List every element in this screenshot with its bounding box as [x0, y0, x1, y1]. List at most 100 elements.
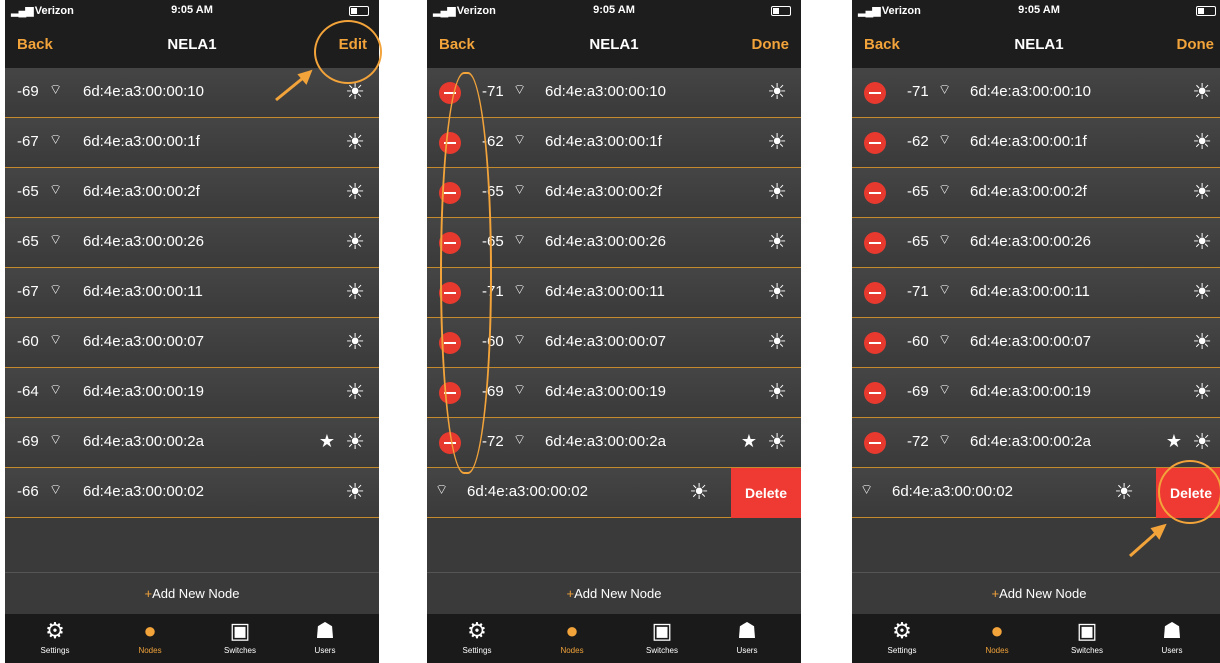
done-button[interactable]: Done [752, 36, 790, 53]
mac-address: 6d:4e:a3:00:00:1f [970, 133, 1087, 150]
table-row[interactable]: -65 ⌔ 6d:4e:a3:00:00:26 ☀ [5, 218, 379, 268]
light-icon[interactable]: ☀ [345, 429, 365, 455]
table-row[interactable]: -64 ⌔ 6d:4e:a3:00:00:19 ☀ [5, 368, 379, 418]
light-icon[interactable]: ☀ [345, 279, 365, 305]
table-row[interactable]: -72 ⌔ 6d:4e:a3:00:00:2a ★ ☀ [852, 418, 1220, 468]
light-icon[interactable]: ☀ [767, 379, 787, 405]
add-node-button[interactable]: +Add New Node [852, 572, 1220, 615]
table-row[interactable]: -69 ⌔ 6d:4e:a3:00:00:2a ★ ☀ [5, 418, 379, 468]
light-icon[interactable]: ☀ [345, 129, 365, 155]
light-icon[interactable]: ☀ [1192, 129, 1212, 155]
light-icon[interactable]: ☀ [345, 479, 365, 505]
tab-bar: ⚙ Settings ● Nodes ▣ Switches ☗ Users [427, 614, 801, 663]
light-icon[interactable]: ☀ [1192, 379, 1212, 405]
tab-label: Users [736, 646, 758, 655]
table-row[interactable]: -69 ⌔ 6d:4e:a3:00:00:10 ☀ [5, 68, 379, 118]
nav-bar: Back NELA1 Done [427, 22, 801, 68]
star-icon[interactable]: ★ [319, 431, 335, 452]
mac-address: 6d:4e:a3:00:00:07 [545, 333, 666, 350]
done-button[interactable]: Done [1177, 36, 1215, 53]
page-title: NELA1 [1014, 36, 1064, 53]
table-row[interactable]: -71 ⌔ 6d:4e:a3:00:00:11 ☀ [852, 268, 1220, 318]
wifi-icon: ⌔ [49, 431, 63, 447]
delete-toggle-icon[interactable] [864, 232, 886, 254]
tab-users[interactable]: ☗ Users [712, 616, 782, 655]
table-row[interactable]: -65 ⌔ 6d:4e:a3:00:00:2f ☀ [852, 168, 1220, 218]
tab-label: Settings [462, 646, 492, 655]
add-node-button[interactable]: +Add New Node [427, 572, 801, 615]
table-row[interactable]: -62 ⌔ 6d:4e:a3:00:00:1f ☀ [852, 118, 1220, 168]
tab-nodes[interactable]: ● Nodes [537, 616, 607, 655]
light-icon[interactable]: ☀ [767, 179, 787, 205]
mac-address: 6d:4e:a3:00:00:19 [83, 383, 204, 400]
light-icon[interactable]: ☀ [1192, 329, 1212, 355]
light-icon[interactable]: ☀ [1192, 429, 1212, 455]
light-icon[interactable]: ☀ [767, 329, 787, 355]
light-icon[interactable]: ☀ [767, 279, 787, 305]
delete-toggle-icon[interactable] [864, 382, 886, 404]
table-row[interactable]: -65 ⌔ 6d:4e:a3:00:00:2f ☀ [5, 168, 379, 218]
light-icon[interactable]: ☀ [1114, 479, 1134, 505]
light-icon[interactable]: ☀ [1192, 279, 1212, 305]
tab-nodes[interactable]: ● Nodes [115, 616, 185, 655]
delete-toggle-icon[interactable] [864, 332, 886, 354]
light-icon[interactable]: ☀ [689, 479, 709, 505]
light-icon[interactable]: ☀ [767, 429, 787, 455]
battery-icon [1196, 6, 1216, 16]
table-row[interactable]: -60 ⌔ 6d:4e:a3:00:00:07 ☀ [852, 318, 1220, 368]
star-icon[interactable]: ★ [741, 431, 757, 452]
table-row[interactable]: -65 ⌔ 6d:4e:a3:00:00:26 ☀ [852, 218, 1220, 268]
wifi-icon: ⌔ [49, 331, 63, 347]
table-row[interactable]: -66 ⌔ 6d:4e:a3:00:00:02 ☀ [5, 468, 379, 518]
light-icon[interactable]: ☀ [1192, 229, 1212, 255]
rssi-value: -66 [17, 483, 39, 500]
table-row[interactable]: -71 ⌔ 6d:4e:a3:00:00:10 ☀ [852, 68, 1220, 118]
light-icon[interactable]: ☀ [767, 79, 787, 105]
tab-label: Users [1161, 646, 1183, 655]
delete-toggle-icon[interactable] [864, 132, 886, 154]
mac-address: 6d:4e:a3:00:00:10 [545, 83, 666, 100]
tab-switches[interactable]: ▣ Switches [627, 616, 697, 655]
phone-screen-3: ▂▄▆ Verizon 9:05 AM Back NELA1 Done -71 ⌔ 6… [852, 0, 1220, 663]
tab-nodes[interactable]: ● Nodes [962, 616, 1032, 655]
light-icon[interactable]: ☀ [767, 129, 787, 155]
table-row[interactable]: -67 ⌔ 6d:4e:a3:00:00:1f ☀ [5, 118, 379, 168]
delete-button[interactable]: Delete [731, 468, 801, 518]
wifi-icon: ⌔ [513, 231, 527, 247]
table-row[interactable]: -69 ⌔ 6d:4e:a3:00:00:19 ☀ [852, 368, 1220, 418]
wifi-icon: ⌔ [938, 331, 952, 347]
table-row[interactable]: -71 ⌔ 6d:4e:a3:00:00:10 ☀ [427, 68, 801, 118]
tab-settings[interactable]: ⚙ Settings [442, 616, 512, 655]
light-icon[interactable]: ☀ [345, 179, 365, 205]
tab-switches[interactable]: ▣ Switches [1052, 616, 1122, 655]
tab-settings[interactable]: ⚙ Settings [20, 616, 90, 655]
add-node-button[interactable]: +Add New Node [5, 572, 379, 615]
delete-toggle-icon[interactable] [864, 182, 886, 204]
light-icon[interactable]: ☀ [345, 329, 365, 355]
plus-icon: + [144, 586, 153, 601]
rssi-value: -69 [17, 83, 39, 100]
tab-users[interactable]: ☗ Users [1137, 616, 1207, 655]
tab-label: Users [314, 646, 336, 655]
light-icon[interactable]: ☀ [1192, 179, 1212, 205]
table-row[interactable]: -67 ⌔ 6d:4e:a3:00:00:11 ☀ [5, 268, 379, 318]
tab-switches[interactable]: ▣ Switches [205, 616, 275, 655]
light-icon[interactable]: ☀ [345, 379, 365, 405]
star-icon[interactable]: ★ [1166, 431, 1182, 452]
mac-address: 6d:4e:a3:00:00:2a [545, 433, 666, 450]
table-row[interactable]: -60 ⌔ 6d:4e:a3:00:00:07 ☀ [5, 318, 379, 368]
table-row[interactable]: ⌔ 6d:4e:a3:00:00:02 ☀ Delete [427, 468, 801, 518]
light-icon[interactable]: ☀ [345, 229, 365, 255]
light-icon[interactable]: ☀ [1192, 79, 1212, 105]
rssi-value: -65 [17, 233, 39, 250]
delete-toggle-icon[interactable] [864, 82, 886, 104]
delete-toggle-icon[interactable] [864, 432, 886, 454]
light-icon[interactable]: ☀ [767, 229, 787, 255]
mac-address: 6d:4e:a3:00:00:2a [83, 433, 204, 450]
tab-settings[interactable]: ⚙ Settings [867, 616, 937, 655]
switch-icon: ▣ [229, 618, 251, 643]
delete-toggle-icon[interactable] [864, 282, 886, 304]
user-icon: ☗ [1162, 618, 1182, 643]
tab-users[interactable]: ☗ Users [290, 616, 360, 655]
wifi-icon: ⌔ [435, 481, 449, 497]
